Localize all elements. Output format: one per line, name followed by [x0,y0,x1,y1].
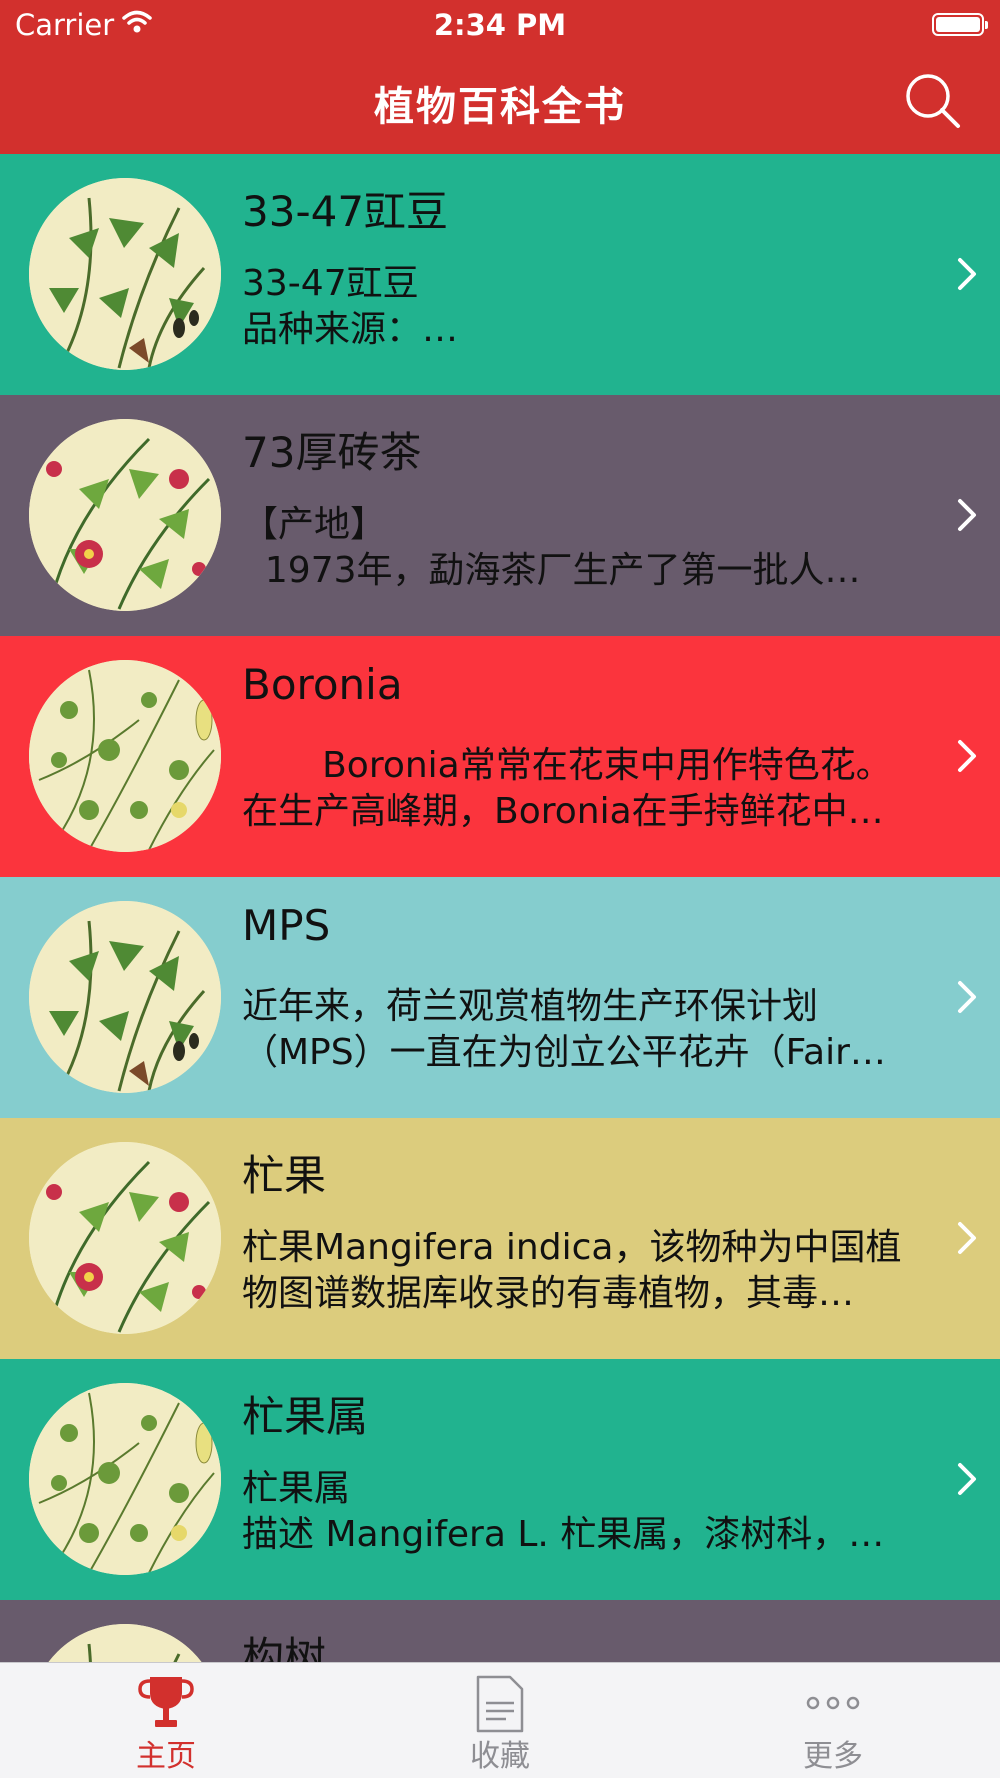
chevron-right-icon [958,981,976,1013]
list-item[interactable]: MPS 近年来，荷兰观赏植物生产环保计划 （MPS）一直在为创立公平花卉（Fair… [0,877,1000,1118]
page-title: 植物百科全书 [374,84,626,130]
description-line: 杧果Mangifera indica，该物种为中国植 [242,1227,902,1268]
chevron-right-icon [958,499,976,531]
list-item[interactable]: 杧果杧果Mangifera indica，该物种为中国植 物图谱数据库收录的有毒植… [0,1118,1000,1359]
search-icon[interactable] [904,72,962,130]
description-line: 33-47豇豆 [242,263,419,304]
list-item-title: Boronia [242,660,403,709]
plant-thumbnail [29,660,221,852]
list-item-title: 构树 [242,1633,327,1662]
description-line: Boronia常常在花束中用作特色花。 [242,745,892,786]
description-line: 品种来源：… [242,309,459,350]
list-item-description: 【产地】 1973年，勐海茶厂生产了第一批人… [242,502,932,594]
description-line: 物图谱数据库收录的有毒植物，其毒… [242,1273,855,1314]
list-item[interactable]: 33-47豇豆 33-47豇豆 品种来源：… [0,154,1000,395]
plant-thumbnail [29,178,221,370]
plant-thumbnail [29,1142,221,1334]
chevron-right-icon [958,1222,976,1254]
chevron-right-icon [958,258,976,290]
tab-favorites-label: 收藏 [470,1739,530,1774]
list-item-title: 73厚砖茶 [242,428,422,477]
list-item-title: 33-47豇豆 [242,187,449,236]
battery-icon [932,13,988,36]
status-time: 2:34 PM [433,8,567,42]
tab-more[interactable]: 更多 [733,1663,933,1779]
description-line: 【产地】 [242,504,387,545]
description-line: 描述 Mangifera L. 杧果属，漆树科，… [242,1514,885,1555]
chevron-right-icon [958,740,976,772]
list-item-title: MPS [242,901,331,950]
list-item-description: Boronia常常在花束中用作特色花。 在生产高峰期，Boronia在手持鲜花中… [242,743,932,835]
list-item-description: 33-47豇豆 品种来源：… [242,261,932,353]
list-item[interactable]: 73厚砖茶【产地】 1973年，勐海茶厂生产了第一批人… [0,395,1000,636]
tab-home-label: 主页 [136,1739,196,1774]
tab-bar: 主页 收藏 更多 [0,1662,1000,1778]
trophy-icon [138,1677,194,1727]
document-icon [476,1675,524,1733]
more-dots-icon [806,1696,860,1710]
list-item[interactable]: Boronia Boronia常常在花束中用作特色花。 在生产高峰期，Boroni… [0,636,1000,877]
tab-favorites[interactable]: 收藏 [400,1663,600,1779]
plant-list[interactable]: 33-47豇豆 33-47豇豆 品种来源：… 73厚砖茶 【产地】 1973年，勐海茶厂… [0,154,1000,1662]
list-item-title: 杧果属 [242,1392,369,1441]
description-line: 在生产高峰期，Boronia在手持鲜花中… [242,791,884,832]
chevron-right-icon [958,1463,976,1495]
plant-thumbnail [29,1383,221,1575]
description-line: （MPS）一直在为创立公平花卉（Fair… [242,1032,886,1073]
tab-more-label: 更多 [803,1739,863,1774]
list-item-description: 杧果Mangifera indica，该物种为中国植 物图谱数据库收录的有毒植物，… [242,1225,932,1317]
navigation-bar: 植物百科全书 [0,50,1000,154]
plant-thumbnail [29,1624,221,1662]
list-item[interactable]: 杧果属 杧果属 描述 Mangifera L. 杧果属，漆树科，… [0,1359,1000,1600]
plant-thumbnail [29,901,221,1093]
description-line: 1973年，勐海茶厂生产了第一批人… [242,550,861,591]
description-line: 杧果属 [242,1468,351,1509]
list-item-description: 杧果属描述 Mangifera L. 杧果属，漆树科，… [242,1466,932,1558]
list-item-description: 近年来，荷兰观赏植物生产环保计划 （MPS）一直在为创立公平花卉（Fair… [242,984,932,1076]
description-line: 近年来，荷兰观赏植物生产环保计划 [242,986,819,1027]
list-item[interactable]: 构树 [0,1600,1000,1662]
tab-home[interactable]: 主页 [66,1663,266,1779]
status-bar: Carrier 2:34 PM [0,0,1000,50]
list-item-title: 杧果 [242,1151,327,1200]
plant-thumbnail [29,419,221,611]
